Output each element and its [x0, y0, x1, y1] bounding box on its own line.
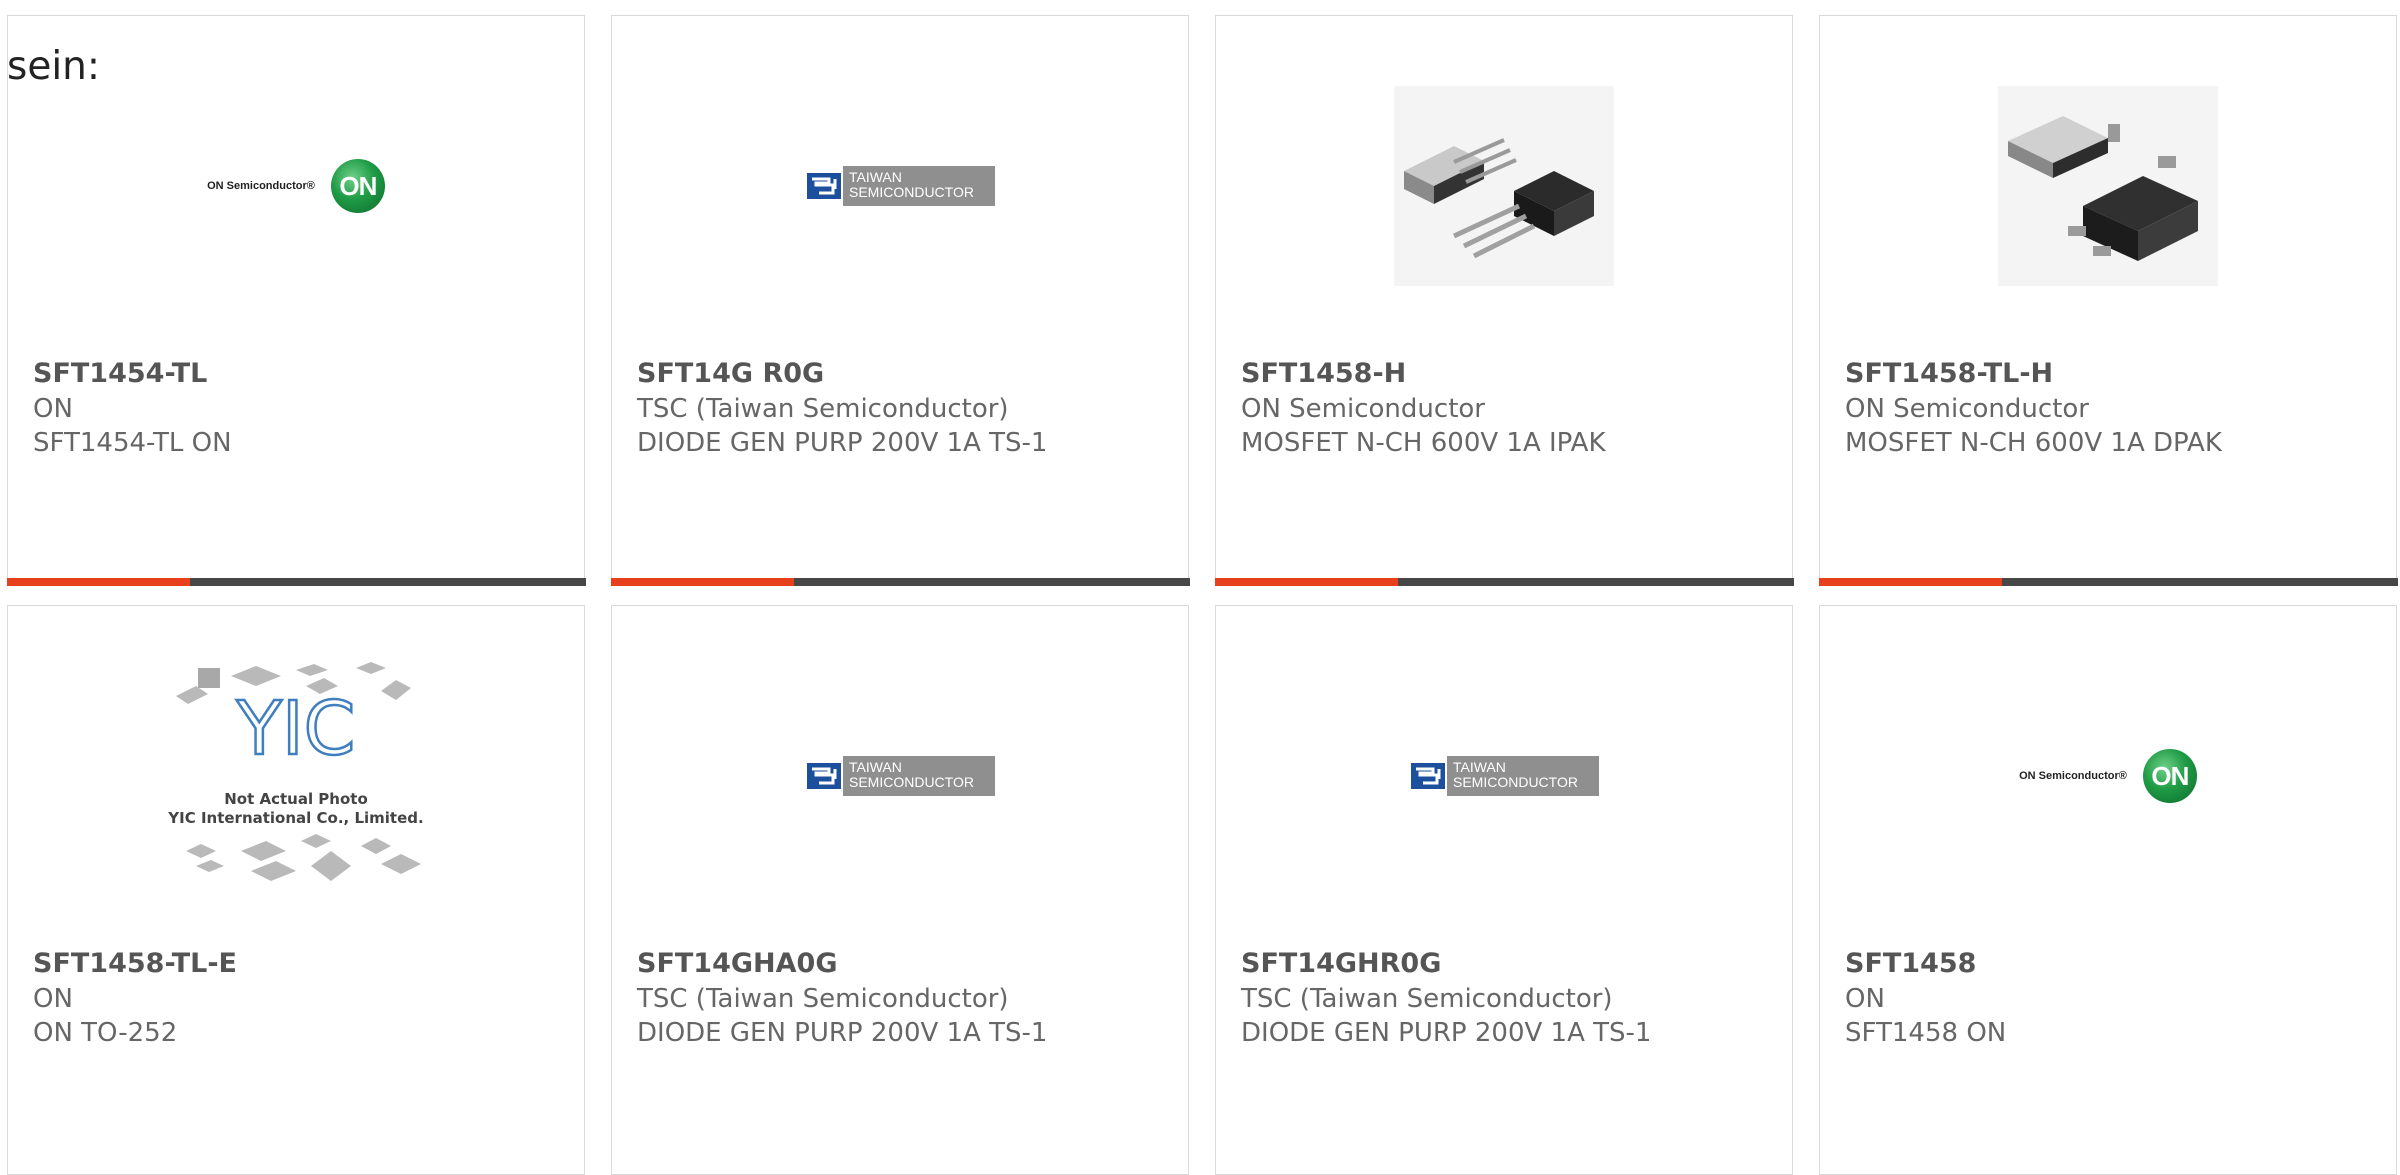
on-logo-mark: ON: [2142, 749, 2197, 803]
description: DIODE GEN PURP 200V 1A TS-1: [637, 428, 1048, 458]
product-image[interactable]: YIC Not Actual Photo YIC International C…: [8, 606, 584, 946]
description: MOSFET N-CH 600V 1A DPAK: [1845, 428, 2222, 458]
card-bar-accent: [1818, 577, 2002, 586]
manufacturer: TSC (Taiwan Semiconductor): [637, 984, 1009, 1014]
svg-text:YIC: YIC: [236, 686, 356, 772]
product-image[interactable]: [1820, 16, 2396, 356]
product-card[interactable]: ON Semiconductor® ON SFT1454-TL ON SFT14…: [6, 15, 586, 586]
product-image[interactable]: TAIWAN SEMICONDUCTOR: [1216, 606, 1792, 946]
product-card[interactable]: TAIWAN SEMICONDUCTOR SFT14G R0G TSC (Tai…: [610, 15, 1190, 586]
logo-line-1: TAIWAN: [849, 759, 902, 775]
product-image[interactable]: TAIWAN SEMICONDUCTOR: [612, 606, 1188, 946]
logo-line-1: TAIWAN: [849, 169, 902, 185]
description: SFT1458 ON: [1845, 1018, 2007, 1048]
tsc-name: TAIWAN SEMICONDUCTOR: [1447, 756, 1599, 796]
manufacturer: ON: [33, 394, 73, 424]
manufacturer: ON Semiconductor: [1845, 394, 2089, 424]
dpak-package-icon: [1998, 86, 2218, 286]
part-number-link[interactable]: SFT1458-TL-H: [1845, 358, 2053, 389]
product-image[interactable]: [1216, 16, 1792, 356]
part-number-link[interactable]: SFT1458-H: [1241, 358, 1406, 389]
product-card[interactable]: YIC Not Actual Photo YIC International C…: [7, 605, 585, 1175]
taiwan-semiconductor-logo: TAIWAN SEMICONDUCTOR: [805, 756, 995, 796]
description: MOSFET N-CH 600V 1A IPAK: [1241, 428, 1606, 458]
product-image[interactable]: ON Semiconductor® ON: [1820, 606, 2396, 946]
description: DIODE GEN PURP 200V 1A TS-1: [1241, 1018, 1652, 1048]
manufacturer: ON: [1845, 984, 1885, 1014]
part-number-link[interactable]: SFT14GHA0G: [637, 948, 837, 979]
manufacturer: ON: [33, 984, 73, 1014]
yic-line-2: YIC International Co., Limited.: [167, 809, 423, 827]
taiwan-semiconductor-logo: TAIWAN SEMICONDUCTOR: [805, 166, 995, 206]
logo-line-1: TAIWAN: [1453, 759, 1506, 775]
taiwan-semiconductor-logo: TAIWAN SEMICONDUCTOR: [1409, 756, 1599, 796]
logo-line-2: SEMICONDUCTOR: [1453, 774, 1578, 790]
card-bar-accent: [1214, 577, 1398, 586]
card-bar-accent: [6, 577, 190, 586]
part-number-link[interactable]: SFT1458-TL-E: [33, 948, 237, 979]
card-bar-accent: [610, 577, 794, 586]
ipak-package-icon: [1394, 86, 1614, 286]
lead-text: sein:: [7, 44, 101, 89]
description: DIODE GEN PURP 200V 1A TS-1: [637, 1018, 1048, 1048]
product-card[interactable]: TAIWAN SEMICONDUCTOR SFT14GHA0G TSC (Tai…: [611, 605, 1189, 1175]
tsc-name: TAIWAN SEMICONDUCTOR: [843, 166, 995, 206]
card-bar: [1214, 577, 1794, 586]
part-number-link[interactable]: SFT14GHR0G: [1241, 948, 1441, 979]
description: ON TO-252: [33, 1018, 178, 1048]
product-card[interactable]: SFT1458-TL-H ON Semiconductor MOSFET N-C…: [1818, 15, 2398, 586]
on-semiconductor-logo: ON Semiconductor® ON: [2019, 749, 2197, 803]
part-number-link[interactable]: SFT14G R0G: [637, 358, 824, 389]
tsc-name: TAIWAN SEMICONDUCTOR: [843, 756, 995, 796]
tsc-mark-icon: [805, 166, 843, 206]
part-number-link[interactable]: SFT1454-TL: [33, 358, 207, 389]
logo-text: ON Semiconductor®: [207, 180, 315, 192]
product-card[interactable]: TAIWAN SEMICONDUCTOR SFT14GHR0G TSC (Tai…: [1215, 605, 1793, 1175]
manufacturer: ON Semiconductor: [1241, 394, 1485, 424]
on-logo-mark: ON: [330, 159, 385, 213]
logo-line-2: SEMICONDUCTOR: [849, 184, 974, 200]
part-number-link[interactable]: SFT1458: [1845, 948, 1976, 979]
yic-line-1: Not Actual Photo: [224, 790, 368, 808]
description: SFT1454-TL ON: [33, 428, 232, 458]
on-semiconductor-logo: ON Semiconductor® ON: [207, 159, 385, 213]
logo-line-2: SEMICONDUCTOR: [849, 774, 974, 790]
card-bar: [6, 577, 586, 586]
logo-text: ON Semiconductor®: [2019, 770, 2127, 782]
product-image[interactable]: TAIWAN SEMICONDUCTOR: [612, 16, 1188, 356]
product-card[interactable]: SFT1458-H ON Semiconductor MOSFET N-CH 6…: [1214, 15, 1794, 586]
manufacturer: TSC (Taiwan Semiconductor): [637, 394, 1009, 424]
yic-placeholder-icon: YIC Not Actual Photo YIC International C…: [167, 662, 424, 881]
tsc-mark-icon: [1409, 756, 1447, 796]
product-card[interactable]: ON Semiconductor® ON SFT1458 ON SFT1458 …: [1819, 605, 2397, 1175]
card-bar: [610, 577, 1190, 586]
tsc-mark-icon: [805, 756, 843, 796]
card-bar: [1818, 577, 2398, 586]
manufacturer: TSC (Taiwan Semiconductor): [1241, 984, 1613, 1014]
